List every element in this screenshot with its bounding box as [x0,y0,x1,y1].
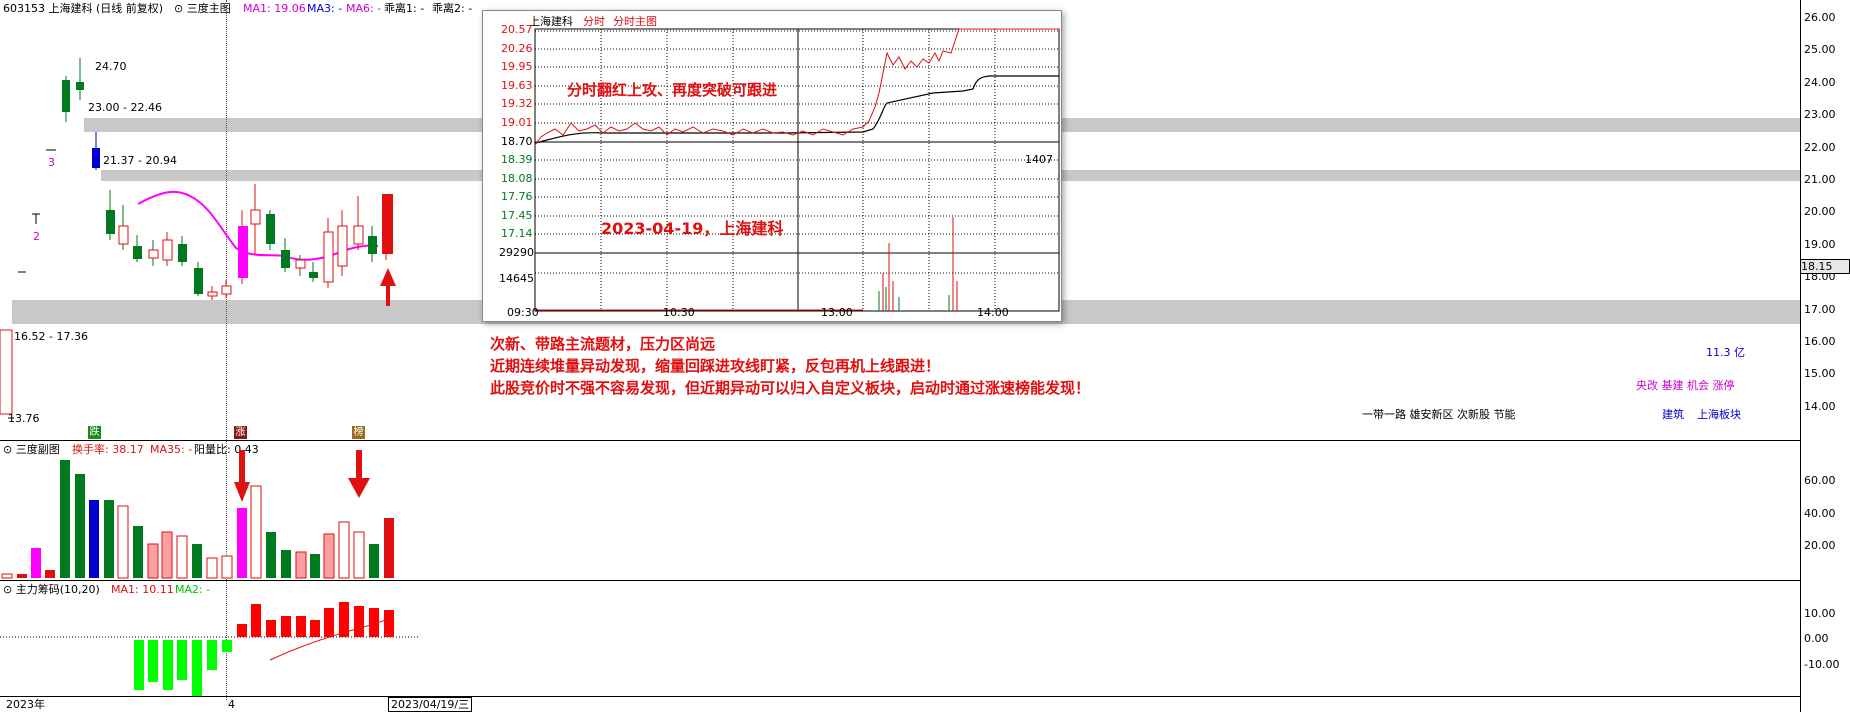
candle-bar [62,80,70,112]
concept-list: 一带一路 雄安新区 次新股 节能 [1362,408,1516,421]
candle-bar [353,225,364,245]
high-price-label: 24.70 [95,60,127,73]
price-axis-tick: 17.00 [1804,302,1836,316]
popup-vol-top: 29290 [499,246,534,259]
popup-time-0930: 09:30 [507,306,539,319]
pane-divider [0,696,1800,697]
price-axis-tick: 26.00 [1804,11,1836,24]
candle-bar [382,194,393,254]
popup-price-up-tick: 19.95 [501,60,533,74]
candle-bar [238,226,248,278]
popup-vol-tag: 1407 [1025,153,1053,166]
price-axis-tick: 19.00 [1804,237,1836,251]
price-axis-tick: 23.00 [1804,108,1836,122]
price-axis-tick: 21.00 [1804,173,1836,186]
popup-price-down-tick: 18.08 [501,171,533,185]
sub2-axis-tick: 0.00 [1804,632,1829,645]
pressure-zone-1: 23.00 - 22.46 [88,101,162,114]
current-price-tag: 18.15 [1800,259,1850,274]
cursor-date: 2023/04/19/三 [388,697,473,712]
popup-price-up-tick: 20.26 [501,41,533,55]
annotation-line-3: 此股竞价时不强不容易发现，但近期异动可以归入自定义板块，启动时通过涨速榜能发现！ [490,379,1091,397]
sub2-axis-tick: -10.00 [1804,658,1840,671]
price-axis-tick: 15.00 [1804,367,1836,381]
popup-note-1: 分时翻红上攻、再度突破可跟进 [567,81,778,99]
candle-bar [162,239,173,261]
popup-price-up-tick: 19.63 [501,78,533,92]
annotation-line-1: 次新、带路主流题材，压力区尚远 [490,335,716,353]
price-axis-tick: 22.00 [1804,140,1836,154]
candle-bar [323,231,334,283]
year-label: 2023年 [6,698,45,711]
chip-chart [0,602,420,696]
price-axis [1800,0,1850,712]
candle-bar [337,225,348,267]
candle-bar [295,259,306,269]
candle-bar [178,244,187,262]
popup-time-1400: 14:00 [977,306,1009,319]
candle-bar [207,291,218,297]
sector-link-1[interactable]: 建筑 [1662,408,1684,421]
candle-bar [221,285,232,295]
annotation-line-2: 近期连续堆量异动发现，缩量回踩进攻线盯紧，反包再机上线跟进！ [490,357,941,375]
candle-bar [92,148,100,168]
candle-bar [368,236,377,254]
popup-price-up-tick: 20.57 [501,23,533,36]
sub2-axis-tick: 10.00 [1804,607,1836,620]
sector-link-2[interactable]: 上海板块 [1697,408,1741,421]
ranking-marker[interactable]: 榜 [352,426,365,439]
candle-bar [0,329,13,415]
intraday-popup[interactable]: 上海建科 分时 分时主图 20.57 20.26 19.95 19.63 19.… [482,10,1062,322]
popup-note-2: 2023-04-19，上海建科 [601,219,784,238]
candle-bar [148,249,159,259]
support-zone: 16.52 - 17.36 [14,330,88,343]
candle-bar [309,272,318,278]
sub1-axis-tick: 40.00 [1804,507,1836,520]
tag-list: 央改 基建 机会 涨停 [1636,379,1735,392]
candle-bar [281,250,290,268]
popup-price-down-tick: 17.76 [501,190,533,204]
popup-price-up-tick: 19.32 [501,97,533,111]
price-axis-tick: 14.00 [1804,399,1836,413]
fall-marker[interactable]: 跌 [88,426,101,439]
popup-price-up-tick: 19.01 [501,116,533,129]
volume-chart [1,450,394,579]
popup-price-down-tick: 17.45 [501,208,533,222]
candle-bar [194,268,203,294]
price-axis-tick: 24.00 [1804,75,1836,89]
candle-bar [106,210,115,234]
candle-bar [133,246,142,259]
up-arrow-icon [380,268,396,306]
sub1-axis-tick: 60.00 [1804,474,1836,487]
price-axis-tick: 16.00 [1804,335,1836,348]
intraday-chart [534,28,1060,312]
candle-bar [250,209,261,225]
sub1-axis-tick: 20.00 [1804,539,1836,552]
limit-up-marker[interactable]: 涨 [234,426,247,439]
popup-time-1300: 13:00 [821,306,853,319]
popup-price-down-tick: 17.14 [501,227,533,241]
popup-time-1030: 10:30 [663,306,695,319]
candle-bar [118,225,129,245]
count-label-2: 2 [33,230,40,243]
down-arrow-icon [348,478,370,498]
count-label-3: 3 [48,156,55,169]
pressure-zone-2: 21.37 - 20.94 [103,154,177,167]
low-price-label: 13.76 [8,412,40,425]
popup-base-price: 18.70 [501,135,533,148]
market-cap: 11.3 亿 [1706,346,1745,359]
price-axis-tick: 25.00 [1804,43,1836,57]
candle-bar [266,214,275,244]
popup-vol-mid: 14645 [499,272,534,285]
popup-price-down-tick: 18.39 [501,153,533,166]
month-label: 4 [228,698,235,711]
candle-bar [76,82,84,90]
candlestick-chart [0,58,396,419]
price-axis-tick: 20.00 [1804,205,1836,219]
